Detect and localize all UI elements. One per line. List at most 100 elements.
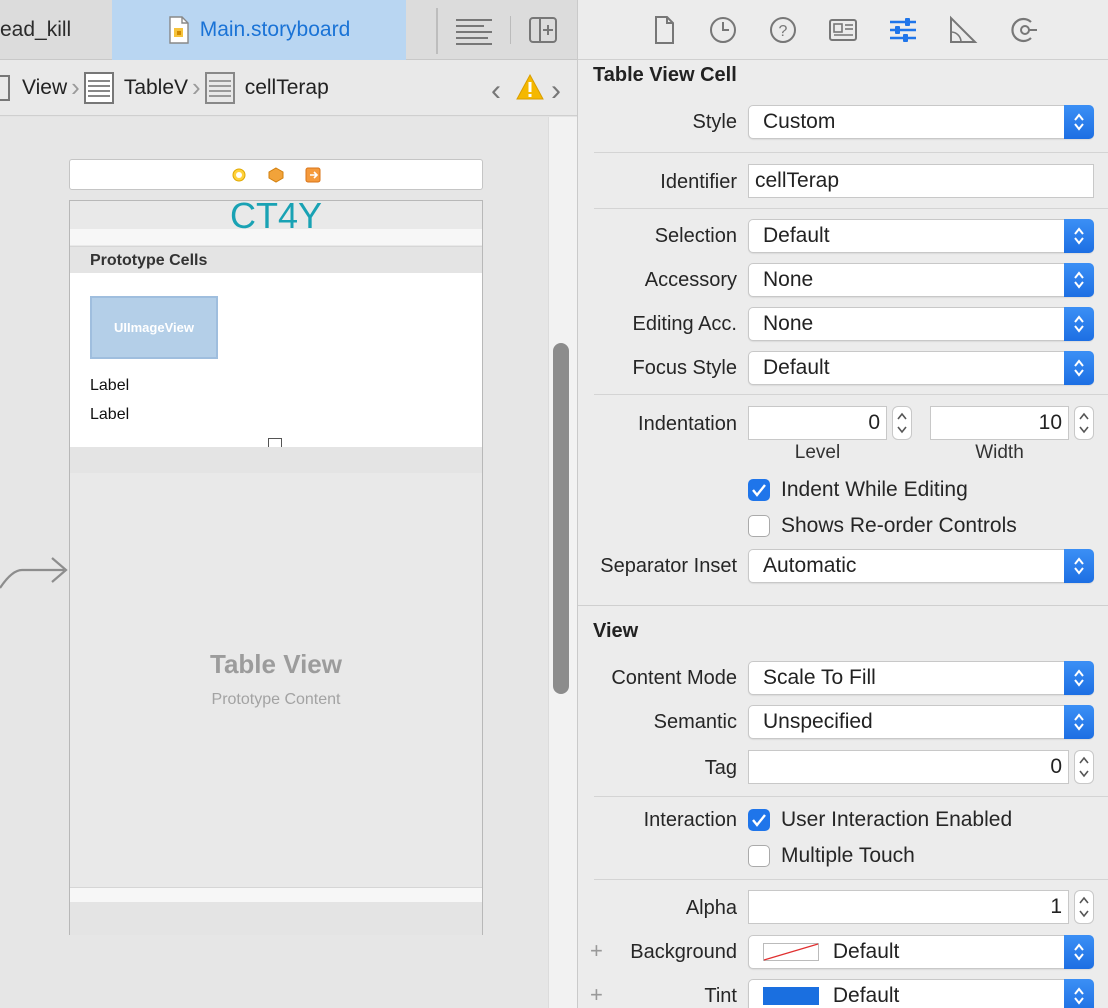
editing-accessory-label: Editing Acc.	[632, 313, 737, 335]
tag-stepper[interactable]	[1074, 750, 1094, 784]
section-divider	[578, 605, 1108, 606]
indent-while-editing-checkbox[interactable]	[748, 479, 770, 501]
indentation-level-stepper[interactable]	[892, 406, 912, 440]
indentation-width-stepper[interactable]	[1074, 406, 1094, 440]
chevron-updown-icon	[1064, 219, 1094, 253]
connections-inspector-icon[interactable]	[1007, 14, 1039, 46]
table-view-cell-section-title: Table View Cell	[593, 64, 737, 86]
separator-inset-label: Separator Inset	[600, 555, 737, 577]
add-background-variation-icon[interactable]: +	[590, 938, 603, 964]
chevron-updown-icon	[1064, 549, 1094, 583]
multiple-touch-checkbox[interactable]	[748, 845, 770, 867]
user-interaction-enabled-checkbox[interactable]	[748, 809, 770, 831]
tint-color-popup[interactable]: Default	[748, 979, 1094, 1008]
cell-label-1[interactable]: Label	[90, 377, 129, 395]
style-value: Custom	[763, 110, 836, 133]
toolbar-area	[70, 902, 482, 935]
file-inspector-icon[interactable]	[648, 14, 680, 46]
style-popup[interactable]: Custom	[748, 105, 1094, 139]
divider	[594, 152, 1108, 153]
breadcrumb-tableview[interactable]: TableV	[83, 71, 188, 104]
style-label: Style	[692, 111, 737, 133]
scene-dock	[69, 159, 483, 190]
indent-while-editing-label: Indent While Editing	[781, 478, 968, 501]
focus-style-popup[interactable]: Default	[748, 351, 1094, 385]
content-mode-value: Scale To Fill	[763, 666, 876, 689]
breadcrumb-cell-label: cellTerap	[244, 75, 329, 99]
user-interaction-enabled-label: User Interaction Enabled	[781, 808, 1013, 831]
add-tint-variation-icon[interactable]: +	[590, 982, 603, 1008]
table-header-band	[70, 229, 482, 245]
image-view[interactable]: UIImageView	[90, 296, 218, 359]
tab-file[interactable]: ead_kill	[0, 0, 112, 60]
svg-text:?: ?	[779, 23, 788, 40]
content-mode-label: Content Mode	[611, 667, 737, 689]
background-color-popup[interactable]: Default	[748, 935, 1094, 969]
tab-separator	[436, 8, 438, 54]
alpha-label: Alpha	[685, 897, 737, 919]
editor-pane: ead_kill Main.storyboard View › TableV ›…	[0, 0, 577, 1008]
divider	[594, 796, 1108, 797]
separator-inset-popup[interactable]: Automatic	[748, 549, 1094, 583]
tint-label: Tint	[704, 985, 737, 1007]
exit-icon[interactable]	[305, 167, 321, 183]
clear-color-swatch-icon	[763, 943, 819, 962]
editor-options-icon[interactable]	[454, 14, 494, 46]
chevron-updown-icon	[1064, 935, 1094, 969]
tab-main-storyboard[interactable]: Main.storyboard	[112, 0, 406, 60]
cell-separator-band	[70, 447, 482, 473]
indentation-width-field[interactable]: 10	[930, 406, 1069, 440]
navigation-title[interactable]: CT4Y	[70, 201, 482, 229]
chevron-updown-icon	[1064, 105, 1094, 139]
background-label: Background	[630, 941, 737, 963]
separator-inset-value: Automatic	[763, 554, 857, 577]
cell-label-2[interactable]: Label	[90, 406, 129, 424]
size-inspector-icon[interactable]	[947, 14, 979, 46]
help-inspector-icon[interactable]: ?	[767, 14, 799, 46]
prototype-cell[interactable]: UIImageView Label Label	[70, 273, 482, 452]
breadcrumb-cell[interactable]: cellTerap	[204, 71, 329, 104]
table-view-controller-scene[interactable]: CT4Y Prototype Cells UIImageView Label L…	[69, 200, 483, 935]
indentation-level-field[interactable]: 0	[748, 406, 887, 440]
tint-color-swatch	[763, 987, 819, 1006]
previous-issue-icon[interactable]: ‹	[491, 74, 501, 108]
semantic-popup[interactable]: Unspecified	[748, 705, 1094, 739]
semantic-label: Semantic	[653, 711, 737, 733]
editing-accessory-popup[interactable]: None	[748, 307, 1094, 341]
warning-icon[interactable]	[516, 74, 544, 100]
table-cell-icon	[204, 71, 235, 104]
inspector-pane: ? Table View Cell Style Custom Identifie…	[577, 0, 1108, 1008]
history-inspector-icon[interactable]	[707, 14, 739, 46]
view-section-title: View	[593, 620, 639, 642]
storyboard-file-icon	[169, 16, 189, 44]
divider	[594, 879, 1108, 880]
entry-point-arrow-icon	[0, 557, 68, 589]
interaction-label: Interaction	[643, 809, 737, 831]
attributes-inspector-icon[interactable]	[887, 14, 919, 46]
view-controller-dock-icon[interactable]	[231, 167, 247, 183]
shows-reorder-controls-label: Shows Re-order Controls	[781, 514, 1017, 537]
identifier-field[interactable]: cellTerap	[748, 164, 1094, 198]
multiple-touch-label: Multiple Touch	[781, 844, 915, 867]
identity-inspector-icon[interactable]	[827, 14, 859, 46]
next-issue-icon[interactable]: ›	[551, 74, 561, 108]
chevron-updown-icon	[1064, 705, 1094, 739]
tab-file-label: ead_kill	[0, 18, 72, 41]
alpha-field[interactable]: 1	[748, 890, 1069, 924]
shows-reorder-controls-checkbox[interactable]	[748, 515, 770, 537]
level-caption: Level	[794, 442, 841, 463]
alpha-stepper[interactable]	[1074, 890, 1094, 924]
breadcrumb-view[interactable]: View	[22, 76, 67, 100]
tag-field[interactable]: 0	[748, 750, 1069, 784]
accessory-popup[interactable]: None	[748, 263, 1094, 297]
identifier-label: Identifier	[660, 171, 737, 193]
tab-main-storyboard-label: Main.storyboard	[199, 18, 351, 41]
content-mode-popup[interactable]: Scale To Fill	[748, 661, 1094, 695]
focus-style-label: Focus Style	[632, 357, 737, 379]
selection-popup[interactable]: Default	[748, 219, 1094, 253]
tint-value: Default	[832, 984, 900, 1007]
canvas-scroll-thumb[interactable]	[553, 343, 569, 694]
first-responder-icon[interactable]	[268, 167, 284, 183]
accessory-label: Accessory	[644, 269, 737, 291]
add-editor-icon[interactable]	[528, 14, 558, 46]
